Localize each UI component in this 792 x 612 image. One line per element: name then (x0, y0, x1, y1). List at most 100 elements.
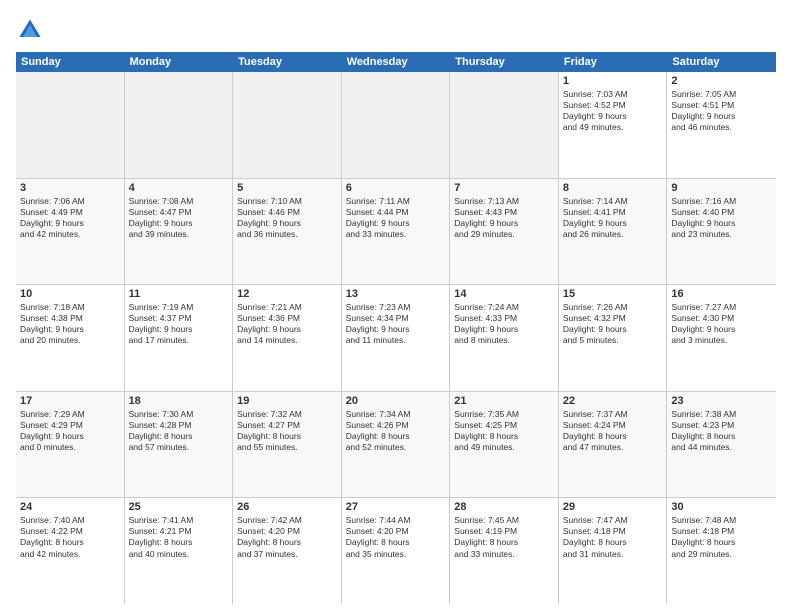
day-cell: 12 Sunrise: 7:21 AM Sunset: 4:36 PM Dayli… (233, 285, 342, 391)
calendar-header: SundayMondayTuesdayWednesdayThursdayFrid… (16, 52, 776, 72)
day-cell: 23Sunrise: 7:38 AM Sunset: 4:23 PM Dayli… (667, 392, 776, 498)
day-number: 28 (454, 501, 554, 513)
calendar-row: 24 Sunrise: 7:40 AM Sunset: 4:22 PM Dayli… (16, 498, 776, 604)
day-number: 11 (129, 288, 229, 300)
day-cell: 27 Sunrise: 7:44 AM Sunset: 4:20 PM Dayli… (342, 498, 451, 604)
day-info: Sunrise: 7:11 AM Sunset: 4:44 PM Dayligh… (346, 196, 446, 240)
day-number: 26 (237, 501, 337, 513)
day-number: 7 (454, 182, 554, 194)
day-cell: 4 Sunrise: 7:08 AM Sunset: 4:47 PM Daylig… (125, 179, 234, 285)
day-number: 14 (454, 288, 554, 300)
day-cell: 9 Sunrise: 7:16 AM Sunset: 4:40 PM Daylig… (667, 179, 776, 285)
day-number: 18 (129, 395, 229, 407)
day-cell: 18 Sunrise: 7:30 AM Sunset: 4:28 PM Dayli… (125, 392, 234, 498)
day-cell: 14 Sunrise: 7:24 AM Sunset: 4:33 PM Dayli… (450, 285, 559, 391)
day-number: 8 (563, 182, 663, 194)
day-number: 24 (20, 501, 120, 513)
day-number: 19 (237, 395, 337, 407)
day-cell: 22 Sunrise: 7:37 AM Sunset: 4:24 PM Dayli… (559, 392, 668, 498)
day-cell: 20 Sunrise: 7:34 AM Sunset: 4:26 PM Dayli… (342, 392, 451, 498)
weekday-header: Thursday (450, 52, 559, 72)
day-cell: 10 Sunrise: 7:18 AM Sunset: 4:38 PM Dayli… (16, 285, 125, 391)
calendar: SundayMondayTuesdayWednesdayThursdayFrid… (16, 52, 776, 604)
day-info: Sunrise: 7:27 AM Sunset: 4:30 PM Dayligh… (671, 302, 772, 346)
weekday-header: Monday (125, 52, 234, 72)
day-cell: 17Sunrise: 7:29 AM Sunset: 4:29 PM Dayli… (16, 392, 125, 498)
empty-cell (125, 72, 234, 178)
day-info: Sunrise: 7:45 AM Sunset: 4:19 PM Dayligh… (454, 515, 554, 559)
day-info: Sunrise: 7:14 AM Sunset: 4:41 PM Dayligh… (563, 196, 663, 240)
day-number: 27 (346, 501, 446, 513)
weekday-header: Sunday (16, 52, 125, 72)
day-cell: 28 Sunrise: 7:45 AM Sunset: 4:19 PM Dayli… (450, 498, 559, 604)
day-cell: 7 Sunrise: 7:13 AM Sunset: 4:43 PM Daylig… (450, 179, 559, 285)
day-info: Sunrise: 7:18 AM Sunset: 4:38 PM Dayligh… (20, 302, 120, 346)
day-cell: 5 Sunrise: 7:10 AM Sunset: 4:46 PM Daylig… (233, 179, 342, 285)
day-cell: 6 Sunrise: 7:11 AM Sunset: 4:44 PM Daylig… (342, 179, 451, 285)
day-number: 15 (563, 288, 663, 300)
day-info: Sunrise: 7:44 AM Sunset: 4:20 PM Dayligh… (346, 515, 446, 559)
day-cell: 8 Sunrise: 7:14 AM Sunset: 4:41 PM Daylig… (559, 179, 668, 285)
day-info: Sunrise: 7:29 AM Sunset: 4:29 PM Dayligh… (20, 409, 120, 453)
day-number: 21 (454, 395, 554, 407)
day-number: 22 (563, 395, 663, 407)
day-info: Sunrise: 7:34 AM Sunset: 4:26 PM Dayligh… (346, 409, 446, 453)
day-info: Sunrise: 7:32 AM Sunset: 4:27 PM Dayligh… (237, 409, 337, 453)
day-number: 10 (20, 288, 120, 300)
day-info: Sunrise: 7:35 AM Sunset: 4:25 PM Dayligh… (454, 409, 554, 453)
day-info: Sunrise: 7:06 AM Sunset: 4:49 PM Dayligh… (20, 196, 120, 240)
day-number: 2 (671, 75, 772, 87)
day-number: 1 (563, 75, 663, 87)
day-cell: 21 Sunrise: 7:35 AM Sunset: 4:25 PM Dayli… (450, 392, 559, 498)
day-cell: 25 Sunrise: 7:41 AM Sunset: 4:21 PM Dayli… (125, 498, 234, 604)
day-info: Sunrise: 7:16 AM Sunset: 4:40 PM Dayligh… (671, 196, 772, 240)
day-info: Sunrise: 7:05 AM Sunset: 4:51 PM Dayligh… (671, 89, 772, 133)
day-info: Sunrise: 7:38 AM Sunset: 4:23 PM Dayligh… (671, 409, 772, 453)
day-number: 3 (20, 182, 120, 194)
page: SundayMondayTuesdayWednesdayThursdayFrid… (0, 0, 792, 612)
day-cell: 29 Sunrise: 7:47 AM Sunset: 4:18 PM Dayli… (559, 498, 668, 604)
calendar-row: 10 Sunrise: 7:18 AM Sunset: 4:38 PM Dayli… (16, 285, 776, 392)
day-info: Sunrise: 7:48 AM Sunset: 4:18 PM Dayligh… (671, 515, 772, 559)
day-cell: 15 Sunrise: 7:26 AM Sunset: 4:32 PM Dayli… (559, 285, 668, 391)
day-info: Sunrise: 7:30 AM Sunset: 4:28 PM Dayligh… (129, 409, 229, 453)
day-info: Sunrise: 7:26 AM Sunset: 4:32 PM Dayligh… (563, 302, 663, 346)
calendar-row: 17Sunrise: 7:29 AM Sunset: 4:29 PM Dayli… (16, 392, 776, 499)
calendar-row: 3 Sunrise: 7:06 AM Sunset: 4:49 PM Daylig… (16, 179, 776, 286)
day-number: 5 (237, 182, 337, 194)
day-info: Sunrise: 7:08 AM Sunset: 4:47 PM Dayligh… (129, 196, 229, 240)
day-info: Sunrise: 7:03 AM Sunset: 4:52 PM Dayligh… (563, 89, 663, 133)
day-cell: 16 Sunrise: 7:27 AM Sunset: 4:30 PM Dayli… (667, 285, 776, 391)
day-info: Sunrise: 7:47 AM Sunset: 4:18 PM Dayligh… (563, 515, 663, 559)
day-info: Sunrise: 7:40 AM Sunset: 4:22 PM Dayligh… (20, 515, 120, 559)
day-info: Sunrise: 7:41 AM Sunset: 4:21 PM Dayligh… (129, 515, 229, 559)
weekday-header: Wednesday (342, 52, 451, 72)
logo (16, 16, 48, 44)
day-info: Sunrise: 7:37 AM Sunset: 4:24 PM Dayligh… (563, 409, 663, 453)
day-number: 16 (671, 288, 772, 300)
day-info: Sunrise: 7:23 AM Sunset: 4:34 PM Dayligh… (346, 302, 446, 346)
weekday-header: Tuesday (233, 52, 342, 72)
day-number: 25 (129, 501, 229, 513)
day-info: Sunrise: 7:42 AM Sunset: 4:20 PM Dayligh… (237, 515, 337, 559)
calendar-row: 1 Sunrise: 7:03 AM Sunset: 4:52 PM Daylig… (16, 72, 776, 179)
day-info: Sunrise: 7:10 AM Sunset: 4:46 PM Dayligh… (237, 196, 337, 240)
day-cell: 11 Sunrise: 7:19 AM Sunset: 4:37 PM Dayli… (125, 285, 234, 391)
day-cell: 2 Sunrise: 7:05 AM Sunset: 4:51 PM Daylig… (667, 72, 776, 178)
day-number: 4 (129, 182, 229, 194)
day-cell: 24 Sunrise: 7:40 AM Sunset: 4:22 PM Dayli… (16, 498, 125, 604)
day-info: Sunrise: 7:21 AM Sunset: 4:36 PM Dayligh… (237, 302, 337, 346)
day-number: 9 (671, 182, 772, 194)
day-cell: 13Sunrise: 7:23 AM Sunset: 4:34 PM Dayli… (342, 285, 451, 391)
day-cell: 26 Sunrise: 7:42 AM Sunset: 4:20 PM Dayli… (233, 498, 342, 604)
day-info: Sunrise: 7:19 AM Sunset: 4:37 PM Dayligh… (129, 302, 229, 346)
day-info: Sunrise: 7:24 AM Sunset: 4:33 PM Dayligh… (454, 302, 554, 346)
day-info: Sunrise: 7:13 AM Sunset: 4:43 PM Dayligh… (454, 196, 554, 240)
day-number: 20 (346, 395, 446, 407)
day-number: 29 (563, 501, 663, 513)
day-number: 12 (237, 288, 337, 300)
weekday-header: Saturday (667, 52, 776, 72)
day-number: 6 (346, 182, 446, 194)
day-cell: 3 Sunrise: 7:06 AM Sunset: 4:49 PM Daylig… (16, 179, 125, 285)
empty-cell (450, 72, 559, 178)
